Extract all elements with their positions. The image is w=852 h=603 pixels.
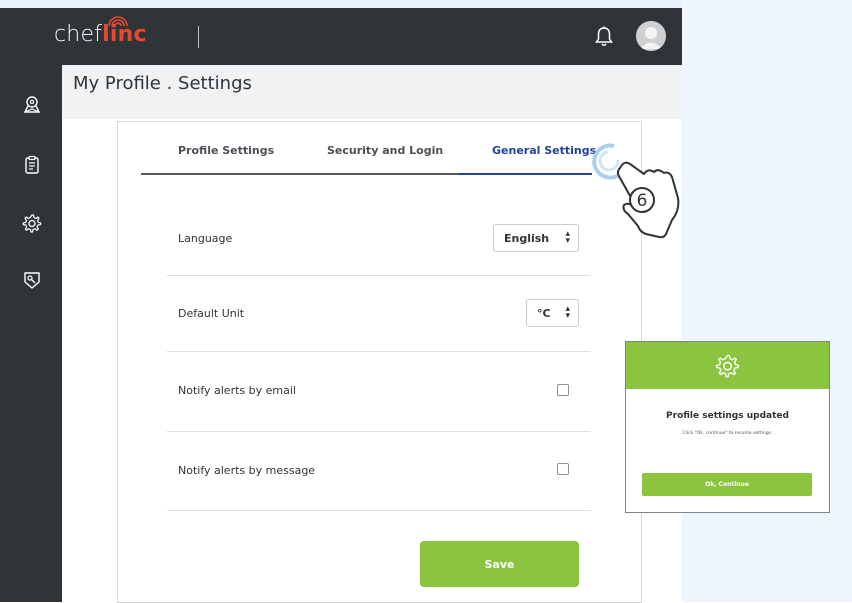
row-divider xyxy=(167,431,591,432)
user-avatar-icon[interactable] xyxy=(636,21,666,51)
notify-email-label: Notify alerts by email xyxy=(178,384,296,397)
sidebar xyxy=(0,65,62,602)
select-arrows-icon: ▴ ▾ xyxy=(565,229,570,246)
row-divider xyxy=(167,510,591,511)
document-list-icon[interactable] xyxy=(22,155,42,175)
tab-profile-settings[interactable]: Profile Settings xyxy=(178,144,274,157)
header-divider xyxy=(198,26,199,48)
select-arrows-icon: ▴ ▾ xyxy=(565,304,570,321)
notify-email-checkbox[interactable] xyxy=(557,384,569,396)
ok-continue-button[interactable]: Ok, Continue xyxy=(642,473,812,496)
pointing-hand-icon: 6 xyxy=(592,143,680,239)
step-number: 6 xyxy=(637,191,648,211)
tag-wrench-icon[interactable] xyxy=(22,270,42,290)
gear-icon[interactable] xyxy=(22,213,42,233)
row-divider xyxy=(167,275,591,276)
logo-signal-icon xyxy=(108,16,128,27)
page-title: My Profile . Settings xyxy=(73,73,252,94)
language-select-value: English xyxy=(504,231,550,245)
default-unit-select-value: °C xyxy=(537,306,551,320)
default-unit-label: Default Unit xyxy=(178,307,245,320)
notify-message-checkbox[interactable] xyxy=(557,463,569,475)
dialog-message: Click "Ok, continue" to resume settings. xyxy=(682,431,773,436)
dialog-title: Profile settings updated xyxy=(666,411,789,421)
default-unit-select[interactable]: °C ▴ ▾ xyxy=(526,299,579,327)
top-header: cheflinc xyxy=(0,8,682,65)
language-select[interactable]: English ▴ ▾ xyxy=(493,224,579,252)
dialog-header xyxy=(626,342,829,389)
row-divider xyxy=(167,351,591,352)
language-label: Language xyxy=(178,232,233,245)
tab-underline xyxy=(141,173,458,175)
notify-message-label: Notify alerts by message xyxy=(178,464,316,477)
gear-icon xyxy=(715,354,740,378)
tab-security-and-login[interactable]: Security and Login xyxy=(327,144,443,157)
settings-card xyxy=(117,121,642,603)
bell-icon[interactable] xyxy=(594,26,614,48)
active-tab-indicator xyxy=(458,173,592,175)
location-badge-icon[interactable] xyxy=(22,95,42,115)
save-button[interactable]: Save xyxy=(420,541,579,587)
success-dialog: Profile settings updated Click "Ok, cont… xyxy=(625,341,830,513)
